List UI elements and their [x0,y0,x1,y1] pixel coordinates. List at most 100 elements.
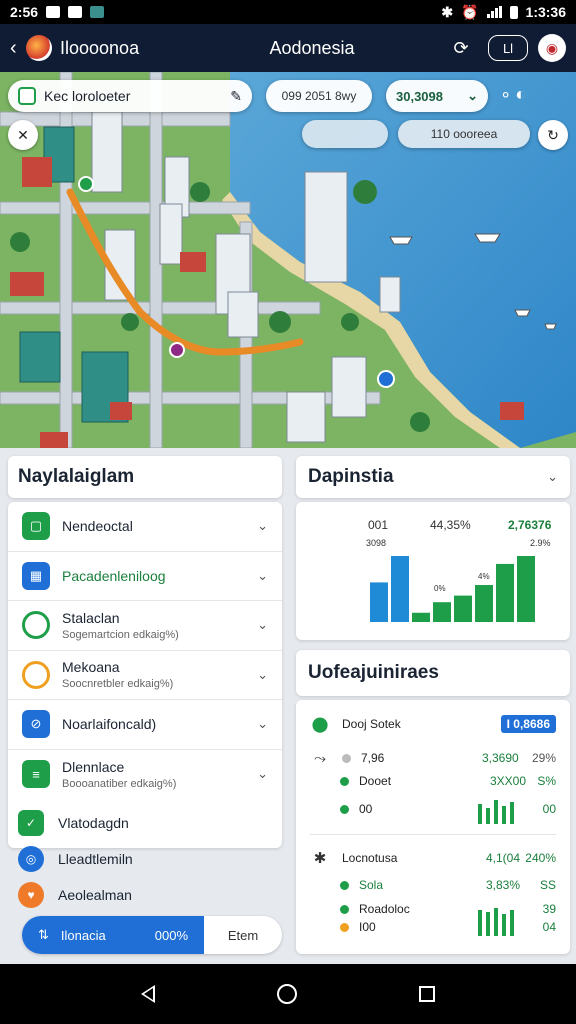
compass-icon: ◎ [18,846,44,872]
detail-percent: SS [539,878,556,892]
count-value: 30,3098 [396,88,443,104]
nav-item-6[interactable]: ≡ Dlennlace Boooanatiber edkaig%) ⌄ [8,750,282,800]
ring-green-icon [22,611,50,640]
map-icon: ⊘ [22,710,50,739]
navigation-panel-header[interactable]: Naylalaiglam [8,456,282,498]
map-search-bar[interactable]: Kec loroloeter ✎ [8,80,252,112]
green-dot-icon [340,804,349,814]
nav-item-label: Mekoana [62,659,120,676]
detail-value: 4,1(04 [486,851,521,865]
nav-item-3[interactable]: Stalaclan Sogemartcion edkaig%) ⌄ [8,601,282,651]
green-dot-icon [340,904,349,914]
extra-item-2[interactable]: ◎ Lleadtlemiln [18,844,133,874]
app-bar: ‹ Iloooonoa Aodonesia ⟳ Ll ◉ [0,24,576,72]
location-pin-icon [18,87,36,105]
nav-item-2[interactable]: ▦ Pacadenleniloog ⌄ [8,552,282,601]
detail-row-4[interactable]: 00 00 [310,802,556,816]
nav-recents-icon[interactable] [419,986,435,1002]
detail-percent: 04 [542,920,556,934]
extra-item-label: Vlatodagdn [58,815,129,831]
nav-back-icon[interactable] [141,985,155,1003]
divider [310,834,556,835]
statistics-panel-header[interactable]: Dapinstia ⌄ [296,456,570,498]
orange-dot-icon [340,922,349,932]
nav-item-4[interactable]: Mekoana Soocnretbler edkaig%) ⌄ [8,651,282,700]
check-icon: ✓ [18,810,44,836]
detail-row-5[interactable]: ✱ Locnotusa 4,1(04 240% [310,848,556,868]
detail-row-8[interactable]: I00 04 [310,920,556,934]
nav-item-1[interactable]: ▢ Nendeoctal ⌄ [8,502,282,552]
detail-badge: I 0,8686 [500,715,556,733]
extra-item-3[interactable]: ♥ Aeolealman [18,880,132,910]
chevron-down-icon: ⌄ [467,88,478,103]
chart-bar [433,602,451,622]
detail-row-2[interactable]: ⤳ 7,96 3,3690 29% [310,748,556,768]
navigation-panel-title: Naylalaiglam [18,466,135,487]
details-panel-title: Uofeajuiniraes [308,662,439,683]
detail-label: Dooj Sotek [342,717,401,731]
heart-icon: ♥ [18,882,44,908]
navigation-icon: ⇅ [38,927,49,942]
chevron-down-icon: ⌄ [257,567,268,583]
chevron-down-icon: ⌄ [257,617,268,633]
status-time-right: 1:3:36 [525,4,566,20]
empty-filter-chip[interactable] [302,120,388,148]
detail-value: 3XX00 [490,774,527,788]
document-icon: ≡ [22,760,50,789]
map-tools-icon[interactable]: ∘◐ [500,84,530,105]
chevron-down-icon: ⌄ [257,716,268,732]
grey-dot-icon [342,753,351,763]
chevron-down-icon: ⌄ [257,766,268,782]
detail-row-6[interactable]: Sola 3,83% SS [310,878,556,892]
extra-item-1[interactable]: ✓ Vlatodagdn [18,808,129,838]
detail-value: 3,83% [486,878,521,892]
chevron-down-icon: ⌄ [547,469,558,484]
mode-toggle-other[interactable]: Etem [204,916,282,954]
detail-label: 7,96 [361,751,385,765]
nav-item-label: Dlennlace [62,758,125,775]
status-time: 2:56 [10,4,39,20]
chart-bar [475,585,493,622]
detail-percent: S% [537,774,556,788]
nav-item-label: Noarlaifoncald) [62,716,157,733]
profile-avatar[interactable]: ◉ [538,34,566,62]
nav-item-label: Pacadenleniloog [62,567,166,584]
refresh-icon[interactable]: ⟳ [444,35,478,61]
nav-item-subtitle: Sogemartcion edkaig%) [62,628,179,641]
chevron-down-icon: ⌄ [257,518,268,534]
edit-pencil-icon[interactable]: ✎ [230,88,242,105]
extra-item-label: Aeolealman [58,887,132,903]
detail-label: Locnotusa [342,851,398,865]
page-title: Aodonesia [269,37,355,58]
detail-label: Roadoloc [359,902,410,916]
status-bar: 2:56 ✱ ⏰ 1:3:36 [0,0,576,24]
details-panel-header[interactable]: Uofeajuiniraes [296,650,570,696]
alarm-icon: ⏰ [461,3,479,20]
detail-row-7[interactable]: Roadoloc 39 [310,902,556,916]
chart-bar [391,556,409,622]
map-search-input[interactable]: Kec loroloeter [44,88,230,104]
grid-icon: ▦ [22,561,50,590]
close-map-icon[interactable]: ✕ [8,120,38,150]
city-map[interactable]: Kec loroloeter ✎ 099 2051 8wy 30,3098 ⌄ … [0,72,576,448]
notification-mail-icon [46,6,61,18]
app-name: Iloooonoa [60,37,140,58]
region-filter-chip[interactable]: 110 oooreea [398,120,530,148]
count-filter-chip[interactable]: 30,3098 ⌄ [386,80,488,112]
mode-toggle-active[interactable]: ⇅ Ilonacia 000% [22,916,204,954]
ring-orange-icon [22,660,50,689]
nav-item-label: Stalaclan [62,609,120,626]
dashboard-panels: Naylalaiglam ▢ Nendeoctal ⌄ ▦ Pacadenlen… [0,448,576,964]
mode-toggle[interactable]: ⇅ Ilonacia 000% Etem [22,916,282,954]
mode-active-value: 000% [154,927,188,943]
green-dot-icon [340,776,349,786]
detail-row-1[interactable]: ⬤ Dooj Sotek I 0,8686 [310,714,556,734]
nav-item-subtitle: Soocnretbler edkaig%) [62,678,174,691]
layers-button[interactable]: Ll [488,35,528,61]
detail-row-3[interactable]: Dooet 3XX00 S% [310,774,556,788]
back-arrow-icon[interactable]: ‹ [10,37,26,60]
date-filter-chip[interactable]: 099 2051 8wy [266,80,372,112]
refresh-map-icon[interactable]: ↻ [538,120,568,150]
nav-item-5[interactable]: ⊘ Noarlaifoncald) ⌄ [8,700,282,750]
nav-home-icon[interactable] [277,984,297,1004]
